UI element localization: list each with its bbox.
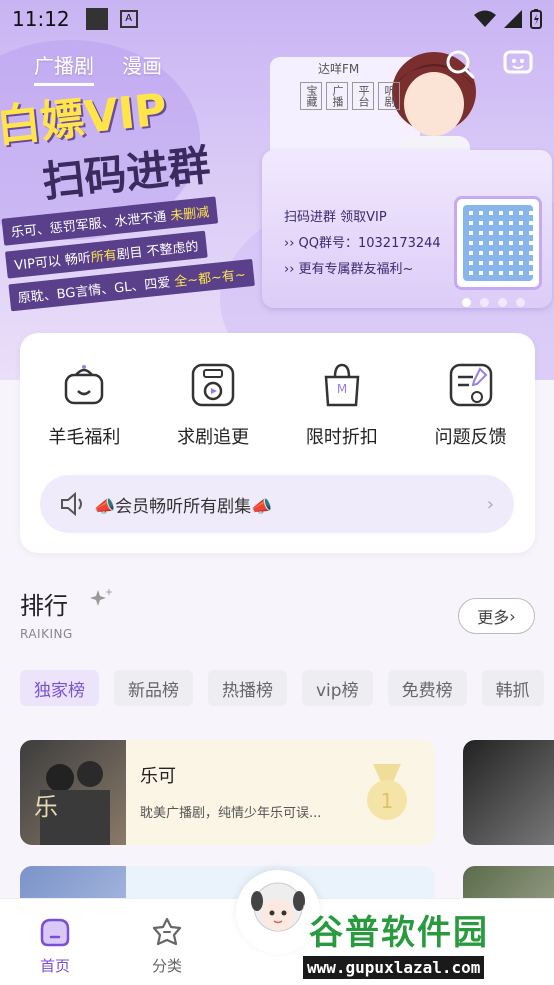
ranking-header: 排行 RAIKING	[20, 586, 73, 641]
vip-announcement-bar[interactable]: 📣会员畅听所有剧集📣 ›	[40, 475, 514, 533]
search-icon[interactable]	[444, 48, 476, 80]
battery-icon	[530, 9, 542, 29]
medal-rank: 1	[381, 789, 394, 813]
info-line: 扫码进群 领取VIP	[284, 210, 387, 225]
nav-label: 分类	[151, 957, 182, 975]
cover-art: 乐	[34, 761, 110, 845]
more-button[interactable]: 更多 ›	[458, 598, 535, 634]
carousel-dot[interactable]	[498, 298, 507, 307]
radio-fm-icon	[191, 363, 235, 407]
carousel-dot[interactable]	[480, 298, 489, 307]
signal-icon	[504, 10, 522, 28]
message-icon[interactable]	[502, 48, 534, 80]
feedback-note-icon	[449, 363, 492, 407]
info-line: ›› 更有专属群友福利~	[284, 262, 414, 277]
fm-label: 达咩FM	[318, 62, 360, 76]
more-button-label: 更多	[477, 608, 510, 627]
ranking-title: 排行	[20, 592, 68, 620]
category-star-icon	[152, 917, 182, 946]
status-time: 11:12	[12, 7, 70, 31]
fm-vertical-text: 宝藏 广播 平台 听剧	[300, 82, 400, 110]
status-bar: 11:12 A	[0, 0, 554, 38]
gold-medal-icon: 1	[367, 764, 407, 820]
nav-home[interactable]: 首页	[25, 917, 85, 976]
carousel-dot[interactable]	[462, 298, 471, 307]
watermark-url: www.gupuxlazal.com	[303, 956, 485, 979]
info-line: ›› QQ群号：1032173244	[284, 236, 441, 251]
vertical-text-col: 宝藏	[300, 82, 322, 110]
shortcut-label: 问题反馈	[434, 427, 507, 448]
qr-pattern	[463, 205, 533, 281]
tab-comics[interactable]: 漫画	[122, 50, 162, 86]
gift-box-icon	[65, 365, 104, 405]
tab-radio-drama[interactable]: 广播剧	[34, 50, 94, 86]
shortcut-label: 羊毛福利	[48, 427, 121, 448]
shortcut-label: 求剧追更	[177, 427, 250, 448]
fm-info-lines: 扫码进群 领取VIP ›› QQ群号：1032173244 ›› 更有专属群友福…	[284, 205, 441, 283]
svg-text:乐: 乐	[34, 793, 58, 821]
vertical-text-col: 平台	[352, 82, 374, 110]
chevron-right-icon: ›	[509, 606, 516, 626]
wifi-icon	[474, 10, 496, 27]
shortcut-request-updates[interactable]: 求剧追更	[158, 361, 268, 449]
carousel-dots	[462, 298, 525, 307]
nav-category[interactable]: 分类	[137, 917, 197, 976]
carousel-dot[interactable]	[516, 298, 525, 307]
item-description: 耽美广播剧，纯情少年乐可误...	[140, 806, 322, 821]
watermark-title: 谷普软件园	[309, 913, 489, 953]
shortcut-limited-discount[interactable]: M 限时折扣	[287, 361, 397, 449]
shortcut-feedback[interactable]: 问题反馈	[416, 361, 526, 449]
shortcut-card: 羊毛福利 求剧追更 M 限时折扣 问题反馈 📣会员畅听所有剧集📣 ›	[20, 333, 535, 553]
notification-badge-icon: A	[119, 10, 138, 28]
chevron-right-icon: ›	[486, 493, 494, 515]
ranking-subtitle: RAIKING	[20, 627, 73, 641]
chip-free[interactable]: 免费榜	[387, 670, 467, 706]
status-icons	[474, 9, 542, 29]
shortcut-wool-welfare[interactable]: 羊毛福利	[29, 361, 139, 449]
shortcut-row: 羊毛福利 求剧追更 M 限时折扣 问题反馈	[20, 333, 535, 449]
sparkle-icon	[90, 588, 113, 606]
chip-new[interactable]: 新品榜	[114, 670, 193, 706]
vertical-text-col: 广播	[326, 82, 348, 110]
ranking-list-item[interactable]: 乐 乐可 耽美广播剧，纯情少年乐可误... 1	[20, 740, 435, 845]
item-title: 乐可	[140, 766, 176, 787]
top-tabs: 广播剧 漫画	[34, 50, 162, 86]
shortcut-label: 限时折扣	[305, 427, 378, 448]
top-actions	[444, 48, 534, 80]
watermark-logo: 谷普软件园 www.gupuxlazal.com	[303, 905, 554, 985]
svg-text:M: M	[337, 382, 347, 396]
ranking-chip-row: 独家榜 新品榜 热播榜 vip榜 免费榜 韩抓	[20, 670, 554, 706]
next-item-cover[interactable]	[463, 740, 554, 845]
vip-announcement-text: 📣会员畅听所有剧集📣	[94, 496, 273, 517]
chip-hot[interactable]: 热播榜	[208, 670, 287, 706]
vertical-text-col: 听剧	[378, 82, 400, 110]
nav-label: 首页	[39, 957, 70, 975]
drama-cover-image: 乐	[20, 740, 126, 845]
chip-exclusive[interactable]: 独家榜	[20, 670, 99, 706]
speaker-icon	[61, 492, 82, 516]
shopping-bag-icon: M	[324, 363, 360, 407]
notification-icon	[85, 8, 108, 30]
chip-vip[interactable]: vip榜	[302, 670, 373, 706]
home-icon	[40, 918, 70, 947]
qr-code	[454, 196, 542, 290]
item-body: 乐可 耽美广播剧，纯情少年乐可误...	[126, 740, 335, 845]
chip-korean[interactable]: 韩抓	[481, 670, 544, 706]
